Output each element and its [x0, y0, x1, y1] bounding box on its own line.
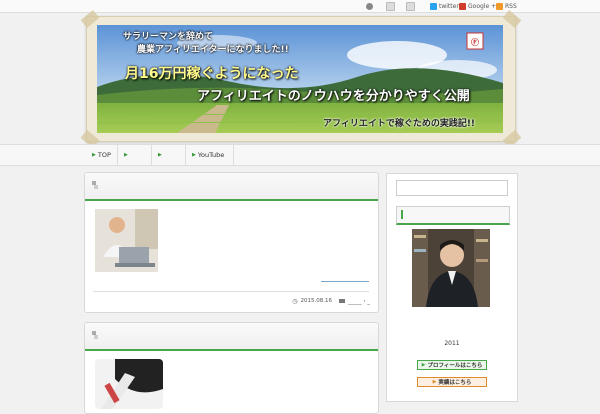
post-title-bar[interactable] [85, 323, 378, 351]
rss-icon [496, 2, 503, 10]
profile-photo[interactable] [412, 229, 490, 307]
profile-year: 2011 [444, 340, 460, 347]
sidebar: 2011 ▶ プロフィールはこちら ▶ 実績はこちら [386, 173, 518, 402]
banner-line4: アフィリエイトのノウハウを分かりやすく公開 [197, 89, 470, 104]
nav-item-2[interactable]: ▶ [118, 145, 152, 165]
bookmark-icon [406, 1, 415, 11]
person-icon [366, 2, 373, 10]
svg-text:Ⓕ: Ⓕ [471, 37, 479, 47]
google-plus-link[interactable]: Google +1 [459, 2, 500, 10]
header-banner[interactable]: Ⓕ サラリーマンを辞めて 農業アフィリエイターになりました!! 月16万円稼ぐよ… [97, 25, 503, 133]
post-card: ◷ 2015.08.16 _____・_ [84, 172, 379, 313]
nav-item-label: YouTube [197, 151, 225, 159]
pin-icon [92, 331, 98, 339]
clock-icon: ◷ [292, 297, 298, 305]
post-divider [93, 291, 369, 292]
rss-link[interactable]: RSS [496, 2, 517, 10]
post-title-bar[interactable] [85, 173, 378, 201]
twitter-link[interactable]: twitter [430, 2, 459, 10]
post-meta: ◷ 2015.08.16 _____・_ [292, 297, 370, 306]
banner-line5: アフィリエイトで稼ぐための実践記!! [323, 119, 476, 129]
top-link-2[interactable] [386, 1, 397, 11]
arrow-right-icon: ▶ [158, 152, 162, 158]
post-category-link[interactable]: _____・_ [348, 297, 370, 305]
rss-label: RSS [505, 2, 517, 10]
sidebar-search-input[interactable] [396, 180, 508, 196]
sidebar-widget-title [396, 206, 510, 225]
arrow-right-icon: ▶ [124, 152, 128, 158]
pin-icon [92, 181, 98, 189]
post-date: 2015.08.16 [300, 298, 332, 304]
global-nav: ▶ TOP ▶ ▶ ▶ YouTube [0, 144, 600, 166]
results-button-label: 実績はこちら [438, 380, 472, 386]
profile-image [412, 229, 490, 307]
nav-item-youtube[interactable]: ▶ YouTube [186, 145, 234, 165]
arrow-right-icon: ▶ [92, 152, 96, 158]
profile-button[interactable]: ▶ プロフィールはこちら [417, 360, 487, 370]
google-plus-icon [459, 2, 466, 10]
rss-small-icon [386, 1, 395, 11]
nav-item-3[interactable]: ▶ [152, 145, 186, 165]
twitter-icon [430, 2, 437, 10]
widget-title-marker [401, 210, 403, 219]
profile-button-label: プロフィールはこちら [427, 363, 483, 369]
nav-item-label: TOP [97, 151, 111, 159]
top-link-person[interactable] [366, 2, 375, 10]
arrow-right-icon: ▶ [432, 379, 437, 385]
results-button[interactable]: ▶ 実績はこちら [417, 377, 487, 387]
arrow-right-icon: ▶ [192, 152, 196, 158]
folder-icon [338, 299, 345, 303]
top-link-3[interactable] [406, 1, 417, 11]
thumbnail-image [95, 209, 158, 272]
post-card [84, 322, 379, 414]
post-thumbnail[interactable] [95, 359, 163, 409]
banner-line3: 月16万円稼ぐようになった [125, 66, 299, 82]
nav-item-top[interactable]: ▶ TOP [86, 145, 118, 165]
header-banner-frame: Ⓕ サラリーマンを辞めて 農業アフィリエイターになりました!! 月16万円稼ぐよ… [80, 10, 522, 148]
banner-line1: サラリーマンを辞めて [123, 32, 214, 42]
post-thumbnail[interactable] [95, 209, 158, 272]
twitter-label: twitter [439, 2, 459, 10]
banner-line2: 農業アフィリエイターになりました!! [137, 45, 289, 55]
thumbnail-image [95, 359, 163, 409]
arrow-right-icon: ▶ [421, 362, 426, 368]
post-link-underline[interactable] [321, 281, 369, 282]
